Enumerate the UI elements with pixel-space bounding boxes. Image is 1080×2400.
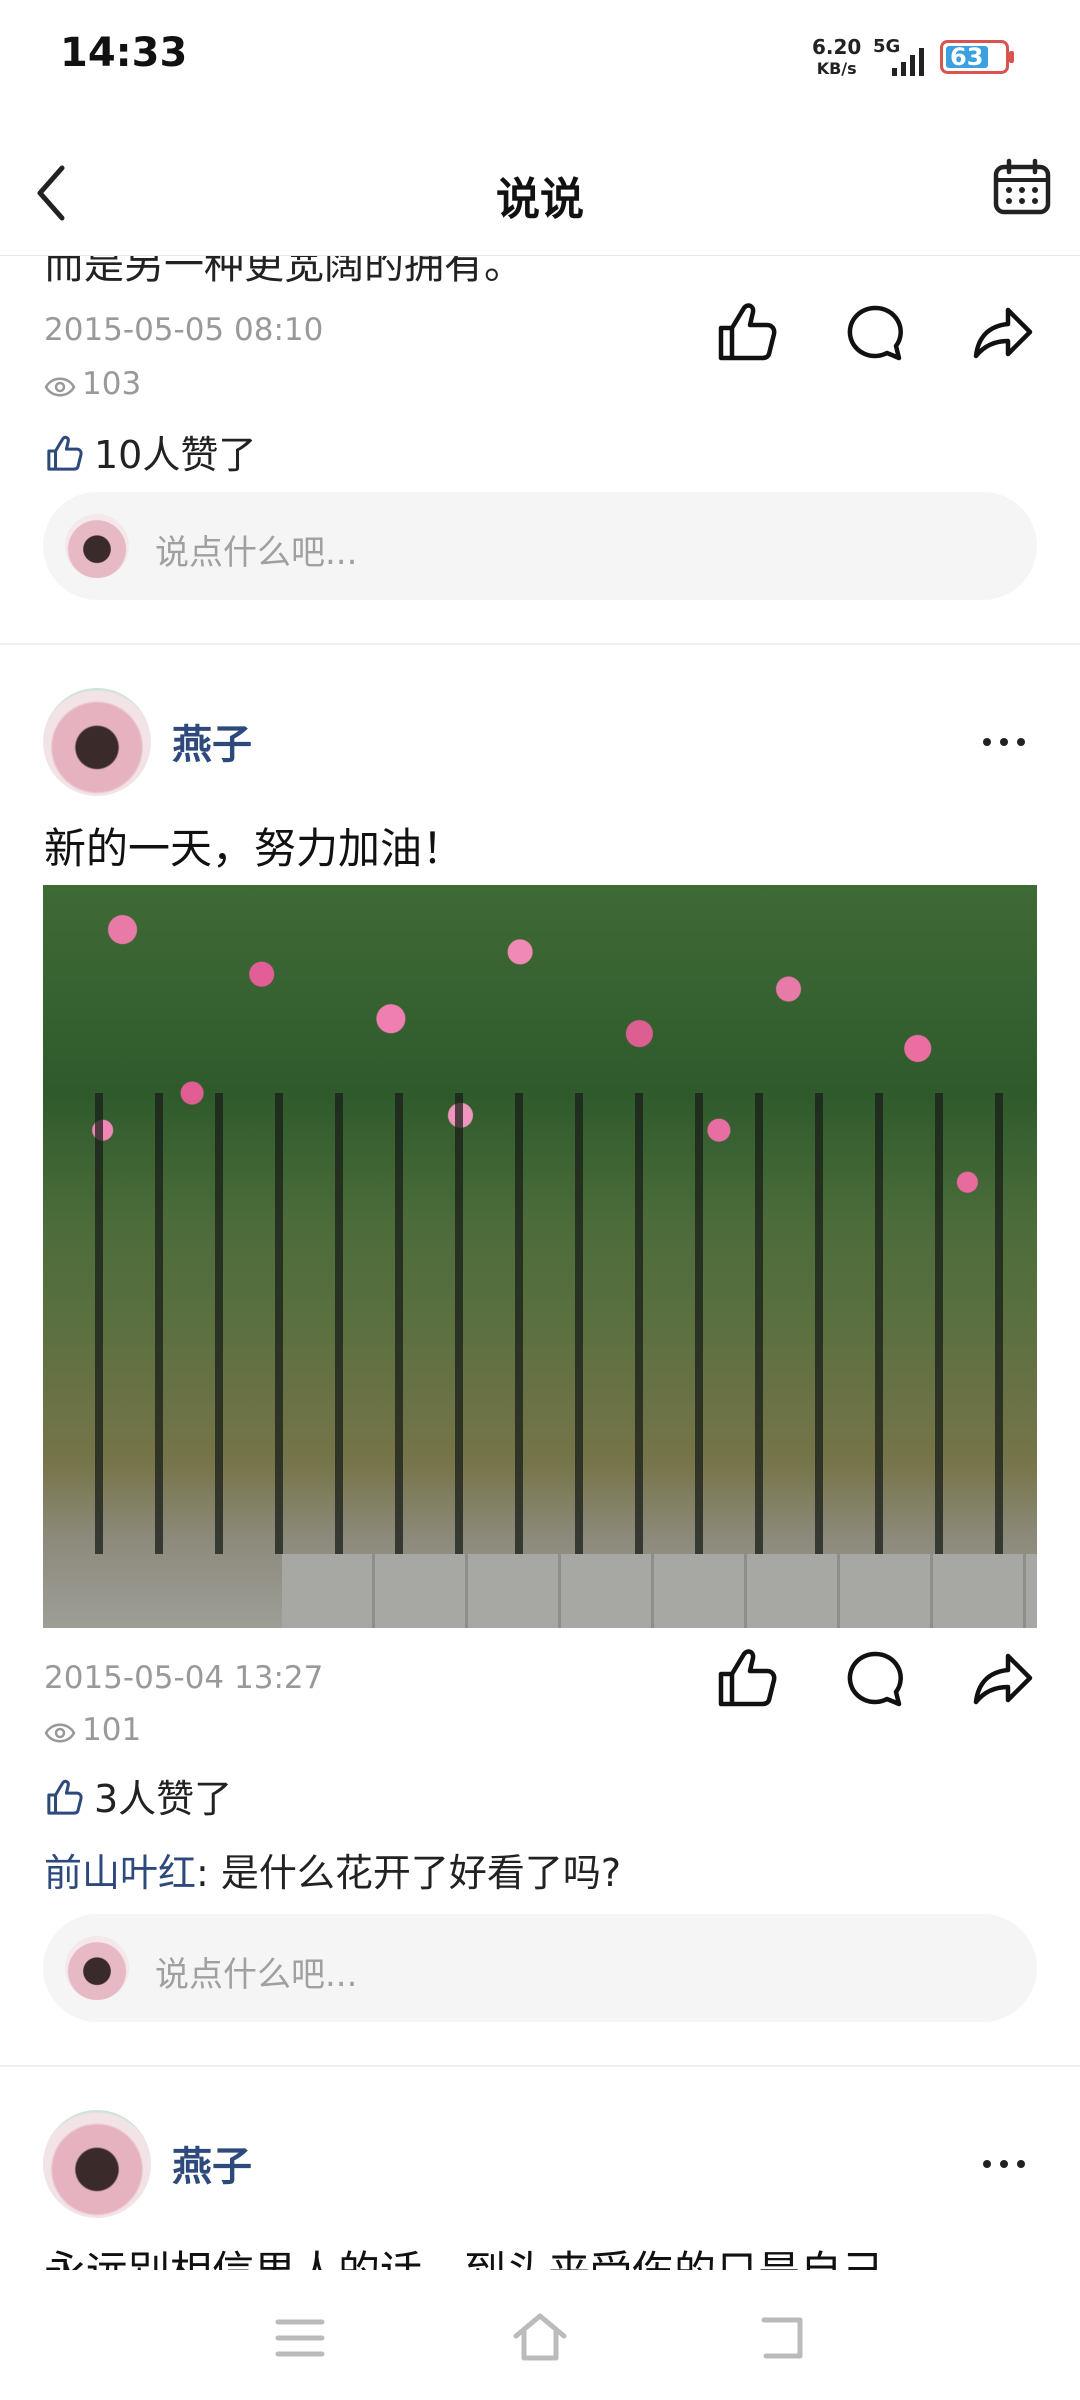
like-small-icon	[47, 1779, 83, 1815]
post-divider	[0, 2065, 1080, 2067]
share-icon[interactable]	[970, 1646, 1036, 1712]
eye-icon	[44, 377, 76, 397]
more-icon[interactable]	[980, 2156, 1028, 2172]
photo-fence	[43, 1093, 1037, 1554]
photo-pavement	[281, 1553, 1037, 1628]
avatar	[65, 514, 129, 578]
post-photo[interactable]	[43, 885, 1037, 1628]
view-count: 103	[44, 366, 141, 402]
battery-icon: 63	[940, 40, 1016, 74]
comment-placeholder: 说点什么吧...	[155, 533, 358, 573]
like-icon[interactable]	[713, 1646, 779, 1712]
comment-input[interactable]: 说点什么吧...	[43, 1914, 1037, 2022]
page-title: 说说	[496, 174, 584, 225]
battery-level: 63	[950, 43, 984, 71]
signal-icon	[892, 48, 924, 76]
like-summary-text: 3人赞了	[94, 1777, 233, 1821]
more-icon[interactable]	[980, 734, 1028, 750]
like-summary-text: 10人赞了	[94, 433, 257, 477]
menu-icon[interactable]	[270, 2308, 330, 2368]
author-name[interactable]: 燕子	[172, 2134, 252, 2192]
network-speed-unit: KB/s	[816, 59, 857, 78]
like-summary: 3人赞了	[44, 1768, 232, 1823]
author-avatar[interactable]	[43, 688, 151, 796]
calendar-icon[interactable]	[993, 158, 1051, 216]
back-icon[interactable]	[752, 2308, 812, 2368]
network-speed-value: 6.20	[812, 35, 862, 59]
avatar	[65, 1936, 129, 2000]
commenter-name[interactable]: 前山叶红	[44, 1851, 196, 1895]
comment-text: : 是什么花开了好看了吗?	[196, 1851, 622, 1895]
comment-input[interactable]: 说点什么吧...	[43, 492, 1037, 600]
status-time: 14:33	[60, 30, 188, 76]
like-summary: 10人赞了	[44, 424, 256, 479]
author-avatar[interactable]	[43, 2110, 151, 2218]
comment-item: 前山叶红: 是什么花开了好看了吗?	[44, 1842, 621, 1897]
post-timestamp: 2015-05-05 08:10	[44, 312, 324, 348]
network-speed: 6.20 KB/s	[812, 36, 861, 80]
home-icon[interactable]	[510, 2308, 570, 2368]
comment-icon[interactable]	[842, 300, 908, 366]
author-name[interactable]: 燕子	[172, 712, 252, 770]
post-text: 新的一天，努力加油！	[44, 824, 465, 873]
view-count-value: 101	[82, 1712, 142, 1748]
post-timestamp: 2015-05-04 13:27	[44, 1660, 324, 1696]
share-icon[interactable]	[970, 300, 1036, 366]
post-divider	[0, 643, 1080, 645]
comment-icon[interactable]	[842, 1646, 908, 1712]
eye-icon	[44, 1723, 76, 1743]
like-small-icon	[47, 435, 83, 471]
view-count-value: 103	[82, 366, 142, 402]
view-count: 101	[44, 1712, 141, 1748]
comment-placeholder: 说点什么吧...	[155, 1955, 358, 1995]
like-icon[interactable]	[713, 300, 779, 366]
